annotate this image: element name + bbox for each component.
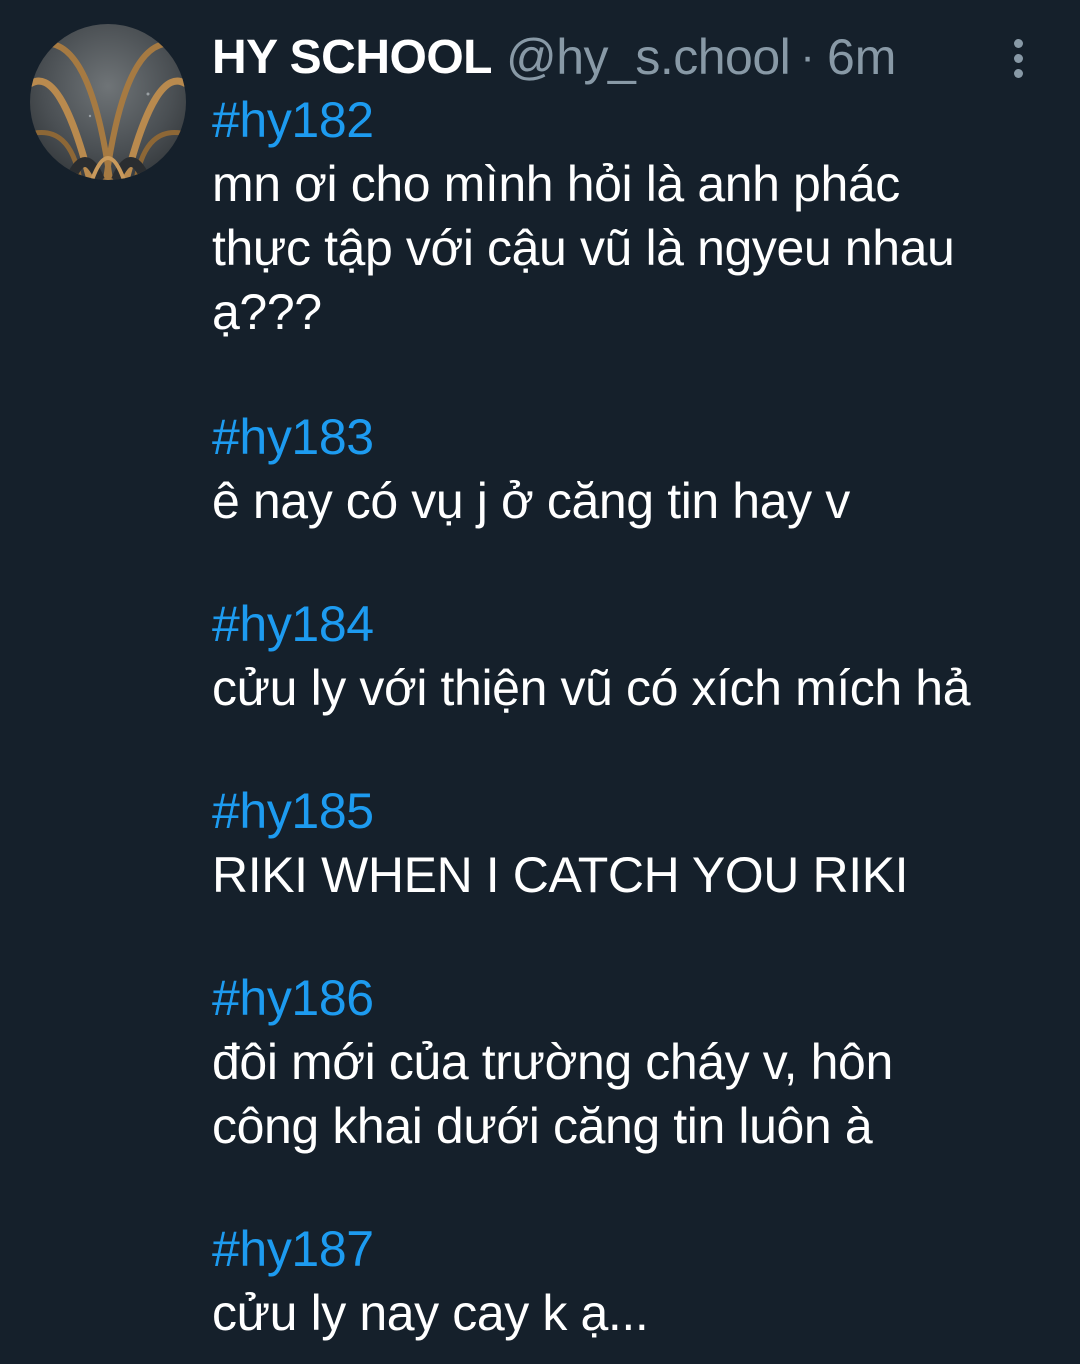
- author-handle[interactable]: @hy_s.chool: [506, 28, 791, 86]
- author-name[interactable]: HY SCHOOL: [212, 30, 492, 85]
- more-vertical-icon[interactable]: [998, 32, 1038, 84]
- post-text-line: công khai dưới căng tin luôn à: [212, 1098, 873, 1154]
- hashtag-link[interactable]: #hy184: [212, 592, 374, 656]
- tweet[interactable]: HY SCHOOL @hy_s.chool · 6m #hy182 mn ơi …: [0, 0, 1080, 1364]
- post-text-line: RIKI WHEN I CATCH YOU RIKI: [212, 847, 909, 903]
- tweet-body: #hy182 mn ơi cho mình hỏi là anh phác th…: [212, 88, 1062, 1345]
- hashtag-link[interactable]: #hy186: [212, 966, 374, 1030]
- post-text-line: thực tập với cậu vũ là ngyeu nhau: [212, 220, 955, 276]
- hashtag-link[interactable]: #hy183: [212, 405, 374, 469]
- tweet-timestamp[interactable]: 6m: [827, 28, 896, 86]
- separator-dot: ·: [800, 32, 815, 81]
- hashtag-link[interactable]: #hy187: [212, 1217, 374, 1281]
- post-text-line: ê nay có vụ j ở căng tin hay v: [212, 473, 850, 529]
- hashtag-link[interactable]: #hy185: [212, 779, 374, 843]
- avatar[interactable]: [30, 24, 186, 180]
- post-text-line: đôi mới của trường cháy v, hôn: [212, 1034, 893, 1090]
- tweet-header: HY SCHOOL @hy_s.chool · 6m: [212, 22, 896, 92]
- hashtag-link[interactable]: #hy182: [212, 88, 374, 152]
- post-text-line: cửu ly với thiện vũ có xích mích hả: [212, 660, 971, 716]
- post-text-line: mn ơi cho mình hỏi là anh phác: [212, 156, 900, 212]
- gothic-arch-avatar-image: [30, 24, 186, 180]
- post-text-line: ạ???: [212, 284, 322, 340]
- post-text-line: cửu ly nay cay k ạ...: [212, 1285, 649, 1341]
